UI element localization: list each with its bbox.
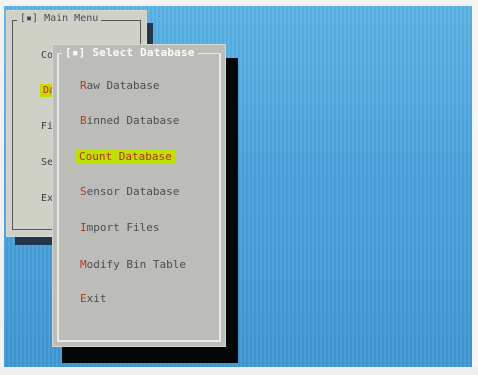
menu-item-count-database[interactable]: Count Database	[75, 149, 176, 164]
menu-item-label: mport Files	[86, 221, 160, 234]
menu-item-label: odify Bin Table	[86, 258, 186, 271]
menu-item-modify-bin-table[interactable]: Modify Bin Table	[78, 257, 188, 272]
monitor-bezel-right	[472, 0, 478, 375]
menu-item-sensor-database[interactable]: Sensor Database	[78, 184, 181, 199]
select-database-title: [▪] Select Database	[62, 46, 198, 59]
menu-item-label: inned Database	[86, 114, 180, 127]
menu-item-import-files[interactable]: Import Files	[78, 220, 161, 235]
hotkey-letter: R	[80, 79, 87, 92]
menu-item-label: xit	[86, 292, 107, 305]
menu-item-raw-database[interactable]: Raw Database	[78, 78, 161, 93]
menu-item-label: ensor Database	[86, 185, 180, 198]
hotkey-letter: E	[80, 292, 87, 305]
menu-item-binned-database[interactable]: Binned Database	[78, 113, 181, 128]
monitor-bezel-top	[0, 0, 478, 6]
menu-item-label: aw Database	[86, 79, 160, 92]
hotkey-letter: C	[79, 150, 86, 163]
menu-item-exit[interactable]: Exit	[78, 291, 109, 306]
hotkey-letter: M	[80, 258, 87, 271]
hotkey-letter: I	[80, 221, 87, 234]
monitor-bezel-left	[0, 0, 4, 375]
select-database-dialog: [▪] Select Database Raw Database Binned …	[52, 44, 226, 347]
hotkey-letter: S	[80, 185, 87, 198]
main-menu-title: [▪] Main Menu	[17, 13, 102, 24]
monitor-bezel-bottom	[0, 367, 478, 375]
menu-item-label: ount Database	[85, 150, 172, 163]
hotkey-letter: B	[80, 114, 87, 127]
